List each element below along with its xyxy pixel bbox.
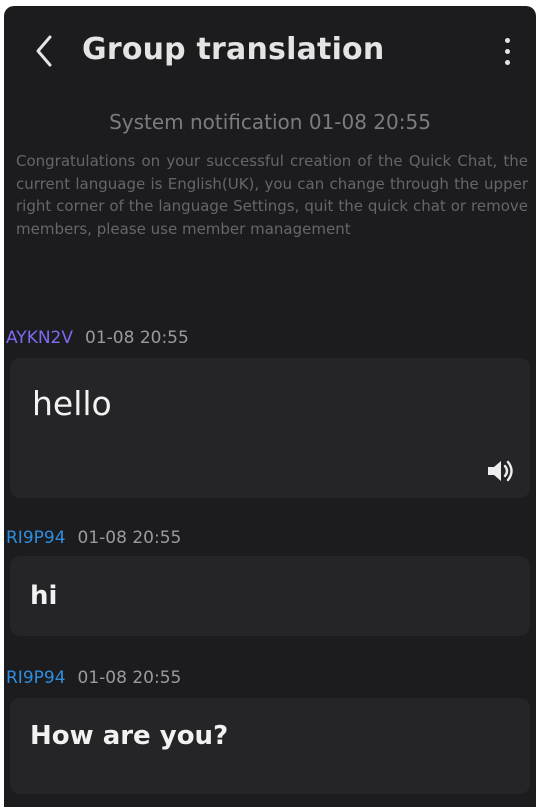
top-app-bar: Group translation bbox=[4, 6, 536, 96]
more-vertical-icon bbox=[504, 37, 510, 43]
message-time: 01-08 20:55 bbox=[85, 328, 189, 348]
message-time: 01-08 20:55 bbox=[77, 668, 182, 688]
message-text: hi bbox=[30, 581, 58, 611]
chat-screen: Group translation System notification 01… bbox=[4, 6, 536, 807]
chevron-left-icon bbox=[36, 35, 52, 67]
message-sender: RI9P94 bbox=[6, 668, 66, 688]
more-options-button[interactable] bbox=[490, 28, 524, 74]
message-bubble[interactable]: hello bbox=[10, 358, 530, 498]
message-sender: RI9P94 bbox=[6, 528, 66, 548]
message-meta: RI9P94 01-08 20:55 bbox=[6, 526, 181, 550]
message-bubble[interactable]: How are you? bbox=[10, 698, 530, 794]
page-title: Group translation bbox=[82, 32, 385, 67]
message-sender: AYKN2V bbox=[6, 328, 74, 348]
system-notification-title: System notification 01-08 20:55 bbox=[109, 110, 431, 134]
message-text: hello bbox=[32, 384, 112, 423]
back-button[interactable] bbox=[26, 26, 62, 76]
message-meta: AYKN2V 01-08 20:55 bbox=[6, 326, 189, 350]
message-meta: RI9P94 01-08 20:55 bbox=[6, 666, 181, 690]
message-text: How are you? bbox=[30, 721, 229, 751]
message-bubble[interactable]: hi bbox=[10, 556, 530, 636]
speaker-icon[interactable] bbox=[486, 458, 516, 484]
system-notification-text: Congratulations on your successful creat… bbox=[16, 152, 528, 238]
message-time: 01-08 20:55 bbox=[77, 528, 182, 548]
